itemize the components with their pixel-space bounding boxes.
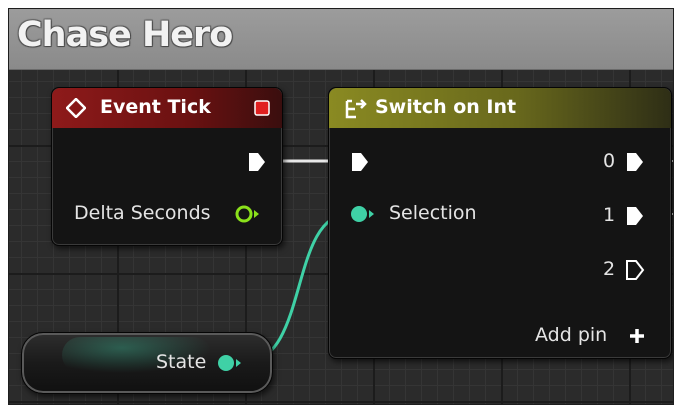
exec-in-pin[interactable] (350, 151, 370, 173)
event-tick-header[interactable]: Event Tick (52, 88, 282, 128)
event-diamond-icon (66, 98, 86, 118)
blueprint-graph-canvas[interactable]: Chase Hero Event Tick Delta Seconds Swit… (8, 8, 674, 405)
switch-on-int-node[interactable]: Switch on Int Selection 0 1 2 Add pin (328, 87, 672, 359)
add-pin-icon[interactable] (628, 327, 646, 345)
output-pin-1[interactable] (625, 205, 645, 227)
event-tick-node[interactable]: Event Tick Delta Seconds (51, 87, 283, 246)
state-out-pin[interactable] (216, 353, 248, 373)
selection-pin[interactable] (349, 204, 379, 224)
output-label-1: 1 (603, 204, 616, 226)
add-pin-label[interactable]: Add pin (535, 324, 607, 346)
output-pin-2[interactable] (625, 259, 645, 281)
delta-seconds-label: Delta Seconds (74, 202, 211, 224)
switch-on-int-title: Switch on Int (375, 96, 517, 118)
switch-icon (345, 99, 367, 119)
state-variable-node[interactable]: State (21, 332, 273, 394)
event-tick-title: Event Tick (100, 96, 211, 118)
delta-seconds-pin[interactable] (234, 204, 262, 224)
output-pin-0[interactable] (625, 151, 645, 173)
switch-on-int-header[interactable]: Switch on Int (329, 88, 671, 128)
selection-label: Selection (389, 202, 477, 224)
output-label-0: 0 (603, 150, 616, 172)
red-square-delegate-icon[interactable] (253, 99, 271, 117)
exec-out-pin[interactable] (247, 151, 267, 173)
graph-title: Chase Hero (17, 15, 233, 55)
state-variable-label: State (156, 351, 207, 373)
output-label-2: 2 (603, 258, 616, 280)
graph-title-bar: Chase Hero (9, 9, 673, 70)
